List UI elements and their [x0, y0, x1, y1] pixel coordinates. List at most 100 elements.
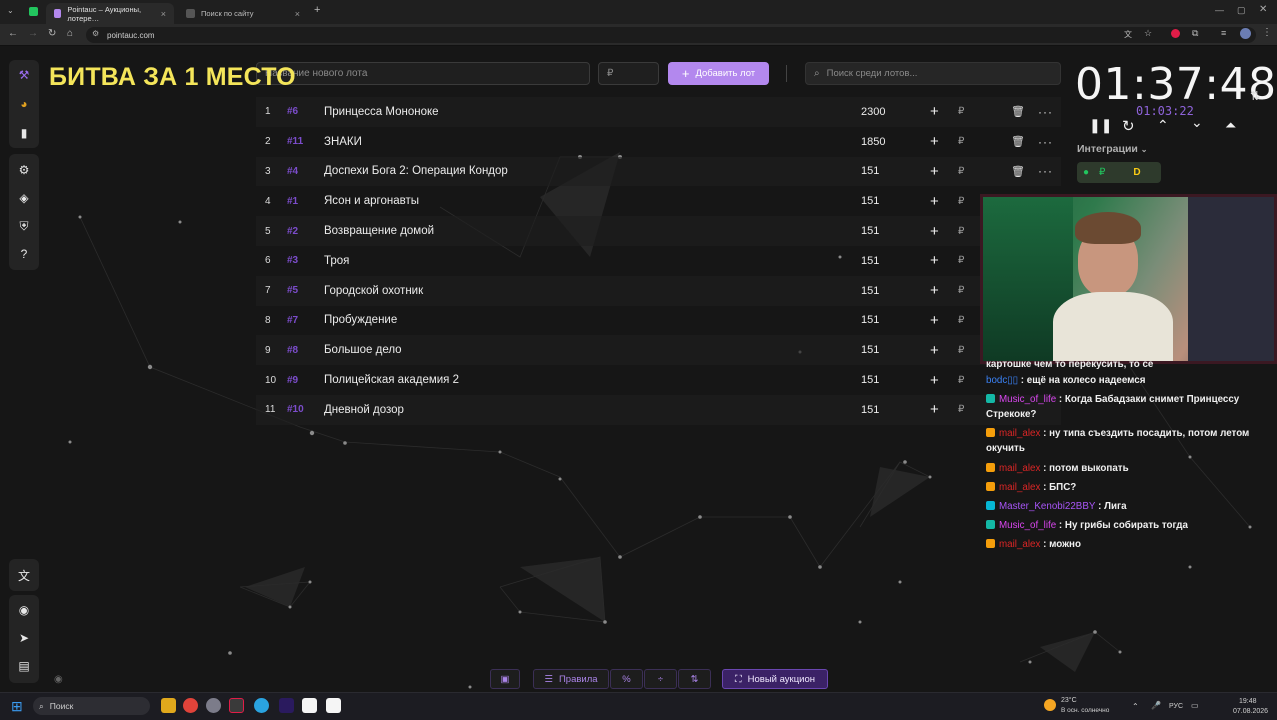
- app-icon[interactable]: [206, 698, 221, 713]
- lot-search-input[interactable]: ⌕ Поиск среди лотов...: [805, 62, 1061, 85]
- add-lot-button[interactable]: + Добавить лот: [668, 62, 769, 85]
- percent-button[interactable]: %: [610, 669, 643, 689]
- maximize-icon[interactable]: ▢: [1237, 5, 1246, 16]
- pause-icon[interactable]: ❚❚: [1089, 117, 1112, 134]
- bookmark-star-icon[interactable]: ☆: [1144, 28, 1152, 39]
- close-window-icon[interactable]: ✕: [1259, 4, 1267, 15]
- lot-amount[interactable]: 151: [861, 344, 879, 356]
- add-amount-input[interactable]: ₽: [958, 106, 964, 117]
- minimize-icon[interactable]: —: [1215, 5, 1224, 15]
- lot-name[interactable]: Принцесса Мононоке: [324, 106, 439, 118]
- add-amount-button[interactable]: +: [930, 401, 939, 418]
- lot-name[interactable]: Городской охотник: [324, 285, 423, 297]
- tray-chevron-icon[interactable]: ⌃: [1132, 702, 1139, 711]
- windows-start-icon[interactable]: ⊞: [11, 698, 23, 715]
- lot-amount[interactable]: 151: [861, 195, 879, 207]
- tab-search[interactable]: Поиск по сайту ×: [178, 3, 308, 24]
- weather-sun-icon[interactable]: [1044, 699, 1056, 711]
- chat-username[interactable]: mail_alex: [999, 463, 1040, 474]
- swap-timer-icon[interactable]: ⇅: [1250, 89, 1260, 103]
- lot-name[interactable]: Доспехи Бога 2: Операция Кондор: [324, 165, 508, 177]
- taskbar-search[interactable]: ⌕ Поиск: [33, 697, 150, 715]
- translate-icon[interactable]: 文: [1124, 29, 1132, 40]
- lot-amount[interactable]: 151: [861, 374, 879, 386]
- reload-icon[interactable]: ↻: [48, 28, 56, 39]
- add-amount-input[interactable]: ₽: [958, 226, 964, 237]
- lot-amount[interactable]: 151: [861, 285, 879, 297]
- add-amount-input[interactable]: ₽: [958, 166, 964, 177]
- chat-username[interactable]: Music_of_life: [999, 394, 1056, 405]
- add-amount-button[interactable]: +: [930, 342, 939, 359]
- lot-name[interactable]: Большое дело: [324, 344, 402, 356]
- lot-name[interactable]: Ясон и аргонавты: [324, 195, 419, 207]
- lot-name[interactable]: ЗНАКИ: [324, 136, 362, 148]
- clock-date[interactable]: 07.08.2026: [1233, 708, 1268, 715]
- network-icon[interactable]: ▭: [1191, 701, 1199, 710]
- lot-amount[interactable]: 151: [861, 404, 879, 416]
- add-amount-button[interactable]: +: [930, 282, 939, 299]
- browser-menu-icon[interactable]: ⋮: [1262, 27, 1272, 38]
- rules-button[interactable]: ☰ Правила: [533, 669, 609, 689]
- forward-icon[interactable]: →: [28, 28, 38, 39]
- reading-list-icon[interactable]: ≡: [1221, 28, 1226, 38]
- extension-icon[interactable]: [1171, 29, 1180, 38]
- donation-integration-icon[interactable]: ₽: [1099, 167, 1105, 178]
- add-amount-button[interactable]: +: [930, 193, 939, 210]
- double-up-icon[interactable]: ⏶: [1225, 117, 1236, 134]
- lot-amount[interactable]: 151: [861, 225, 879, 237]
- telegram-icon[interactable]: ➤: [9, 627, 39, 649]
- add-amount-input[interactable]: ₽: [958, 315, 964, 326]
- chat-username[interactable]: mail_alex: [999, 482, 1040, 493]
- chat-username[interactable]: Master_Kenobi22BBY: [999, 501, 1095, 512]
- premiere-icon[interactable]: [279, 698, 294, 713]
- lot-amount[interactable]: 151: [861, 255, 879, 267]
- add-amount-input[interactable]: ₽: [958, 404, 964, 415]
- donatepay-integration-icon[interactable]: D: [1133, 167, 1140, 178]
- auction-gavel-icon[interactable]: ⚒: [9, 64, 39, 86]
- reset-icon[interactable]: ↻: [1122, 117, 1135, 135]
- layers-icon[interactable]: ◈: [9, 187, 39, 209]
- add-amount-input[interactable]: ₽: [958, 285, 964, 296]
- more-options-icon[interactable]: ···: [1038, 135, 1053, 149]
- delete-icon[interactable]: 🗑: [1011, 165, 1025, 178]
- save-button[interactable]: ▣: [490, 669, 520, 689]
- chat-username[interactable]: mail_alex: [999, 539, 1040, 550]
- pinned-tab-icon[interactable]: [29, 7, 38, 16]
- delete-icon[interactable]: 🗑: [1011, 135, 1025, 148]
- chevron-down-icon[interactable]: ⌄: [1191, 114, 1203, 131]
- chat-username[interactable]: mail_alex: [999, 428, 1040, 439]
- integrations-toggle[interactable]: Интеграции ⌄: [1077, 143, 1148, 155]
- lot-amount[interactable]: 1850: [861, 136, 885, 148]
- lot-name[interactable]: Пробуждение: [324, 314, 397, 326]
- settings-gear-icon[interactable]: ⚙: [9, 159, 39, 181]
- more-options-icon[interactable]: ···: [1038, 164, 1053, 178]
- add-amount-input[interactable]: ₽: [958, 136, 964, 147]
- delete-icon[interactable]: 🗑: [1011, 105, 1025, 118]
- add-amount-button[interactable]: +: [930, 223, 939, 240]
- statistics-icon[interactable]: ▮: [9, 122, 39, 144]
- split-button[interactable]: ÷: [644, 669, 677, 689]
- add-amount-button[interactable]: +: [930, 252, 939, 269]
- chat-username[interactable]: bodc▯▯: [986, 375, 1018, 386]
- file-explorer-icon[interactable]: [161, 698, 176, 713]
- back-icon[interactable]: ←: [8, 28, 18, 39]
- microphone-icon[interactable]: 🎤: [1151, 701, 1161, 710]
- chrome-icon[interactable]: [183, 698, 198, 713]
- close-icon[interactable]: ×: [295, 9, 300, 19]
- add-amount-button[interactable]: +: [930, 163, 939, 180]
- extensions-puzzle-icon[interactable]: ⧉: [1192, 28, 1198, 39]
- clock-time[interactable]: 19:48: [1239, 698, 1257, 705]
- new-lot-name-input[interactable]: [256, 62, 590, 85]
- lot-name[interactable]: Дневной дозор: [324, 404, 404, 416]
- lot-name[interactable]: Возвращение домой: [324, 225, 434, 237]
- add-amount-button[interactable]: +: [930, 103, 939, 120]
- add-amount-button[interactable]: +: [930, 372, 939, 389]
- site-info-icon[interactable]: ⚙: [92, 29, 99, 38]
- lot-name[interactable]: Троя: [324, 255, 349, 267]
- new-tab-button[interactable]: +: [314, 4, 320, 16]
- app-icon[interactable]: [302, 698, 317, 713]
- profile-avatar[interactable]: [1240, 28, 1251, 39]
- url-field[interactable]: ⚙ pointauc.com 文 ☆: [86, 27, 1256, 43]
- add-amount-input[interactable]: ₽: [958, 255, 964, 266]
- add-amount-button[interactable]: +: [930, 133, 939, 150]
